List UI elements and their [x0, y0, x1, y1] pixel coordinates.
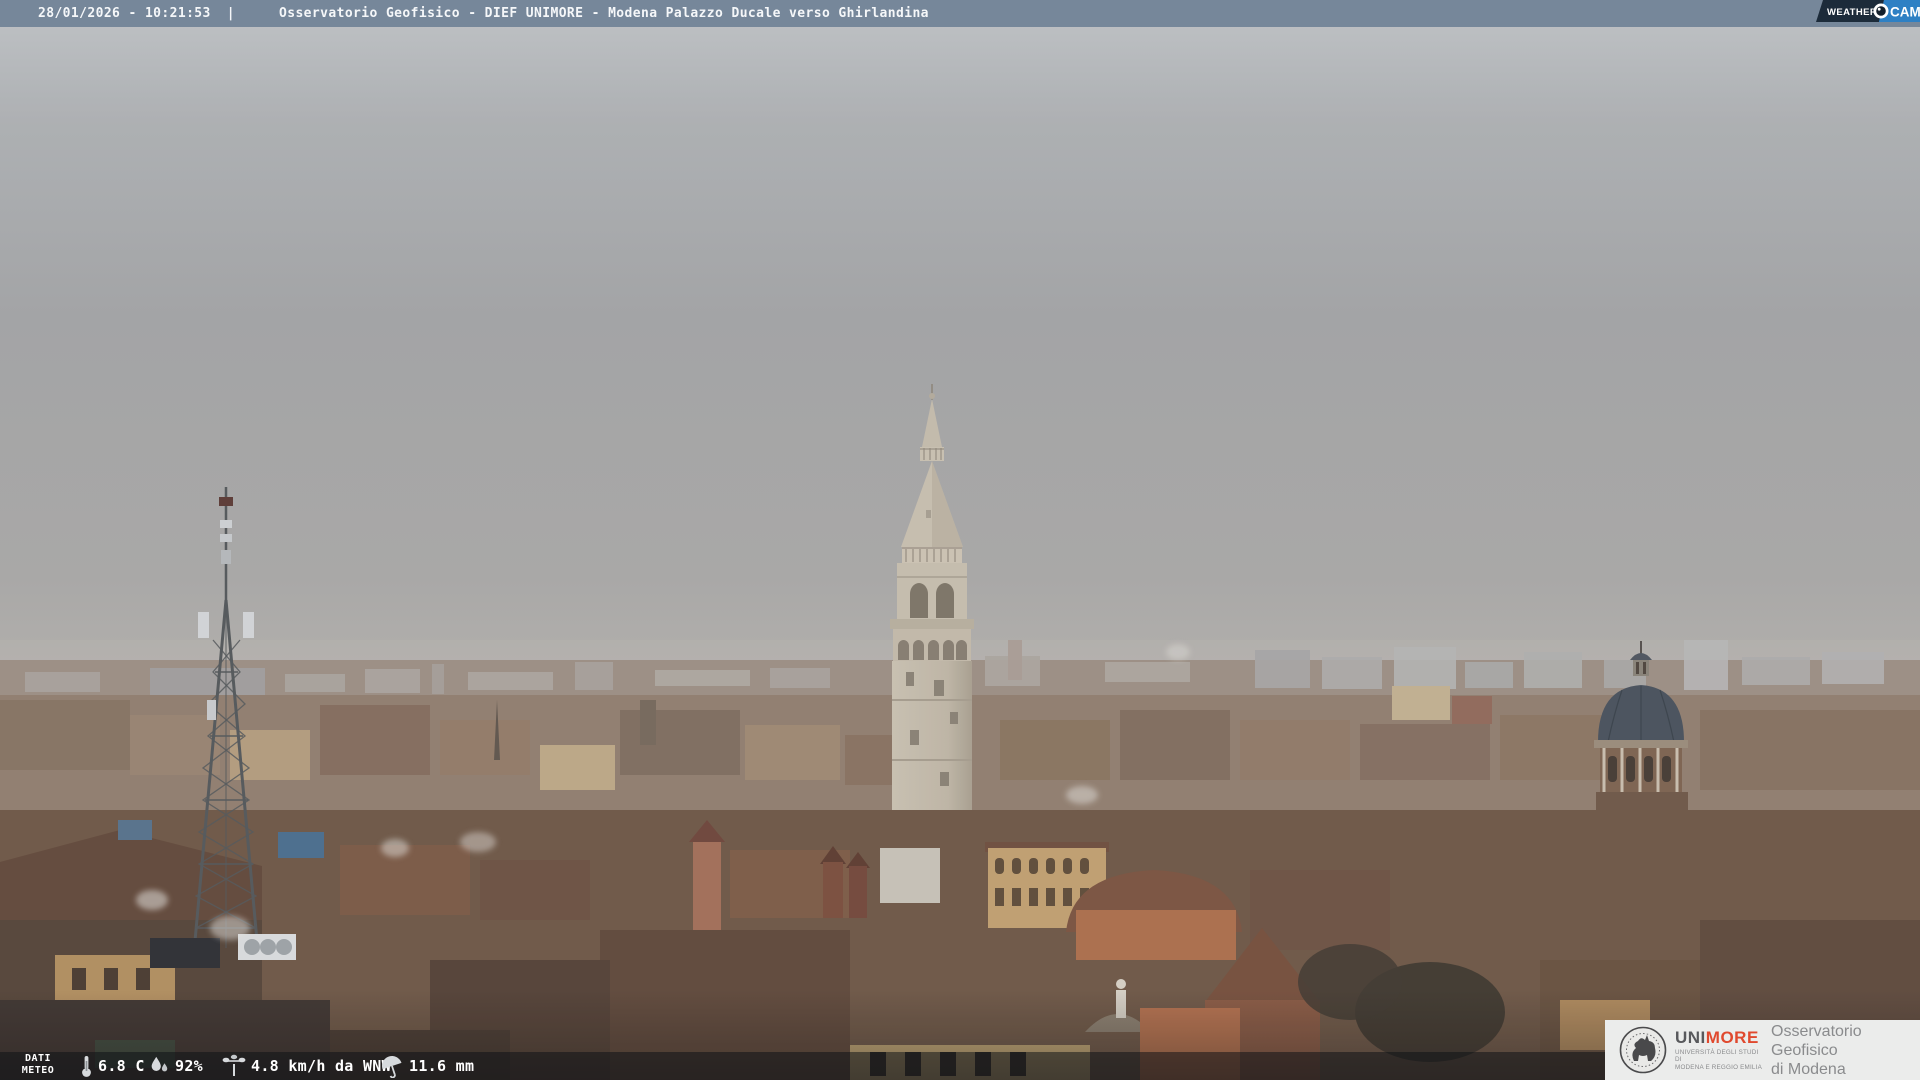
dati-meteo-label: DATI METEO [21, 1053, 55, 1076]
precipitation-value: 11.6 mm [409, 1057, 475, 1075]
umbrella-icon [382, 1056, 402, 1078]
water-drops-icon [151, 1056, 168, 1072]
page-title: Osservatorio Geofisico - DIEF UNIMORE - … [279, 6, 929, 21]
temperature-value: 6.8 C [98, 1057, 145, 1075]
observatory-name: Osservatorio Geofisico di Modena [1771, 1022, 1862, 1078]
wind-value: 4.8 km/h da WNW [251, 1057, 391, 1075]
wind-reading: 4.8 km/h da WNW [222, 1052, 391, 1080]
header-bar: 28/01/2026 - 10:21:53 | Osservatorio Geo… [0, 0, 1920, 27]
humidity-value: 92% [175, 1057, 203, 1075]
webcam-photo [0, 0, 1920, 1080]
unimore-wordmark: UNIMORE [1675, 1027, 1759, 1047]
weathercam-weather-label: WEATHER [1827, 7, 1877, 18]
unimore-seal-icon[interactable] [1619, 1026, 1667, 1074]
university-name: UNIVERSITÀ DEGLI STUDI DI MODENA E REGGI… [1675, 1048, 1762, 1071]
weathercam-logo[interactable]: WEATHER CAM [1816, 0, 1920, 22]
precipitation-reading: 11.6 mm [380, 1052, 474, 1080]
timestamp: 28/01/2026 - 10:21:53 [38, 6, 211, 21]
header-separator: | [226, 6, 235, 21]
anemometer-icon [222, 1054, 246, 1076]
temperature-reading: 6.8 C [80, 1052, 145, 1080]
weathercam-cam-label: CAM [1890, 5, 1920, 20]
branding-panel: UNIMORE UNIVERSITÀ DEGLI STUDI DI MODENA… [1605, 1020, 1920, 1080]
webcam-page: 28/01/2026 - 10:21:53 | Osservatorio Geo… [0, 0, 1920, 1080]
unimore-logo[interactable]: UNIMORE UNIVERSITÀ DEGLI STUDI DI MODENA… [1675, 1029, 1763, 1072]
thermometer-icon [82, 1056, 91, 1077]
humidity-reading: 92% [148, 1052, 203, 1080]
